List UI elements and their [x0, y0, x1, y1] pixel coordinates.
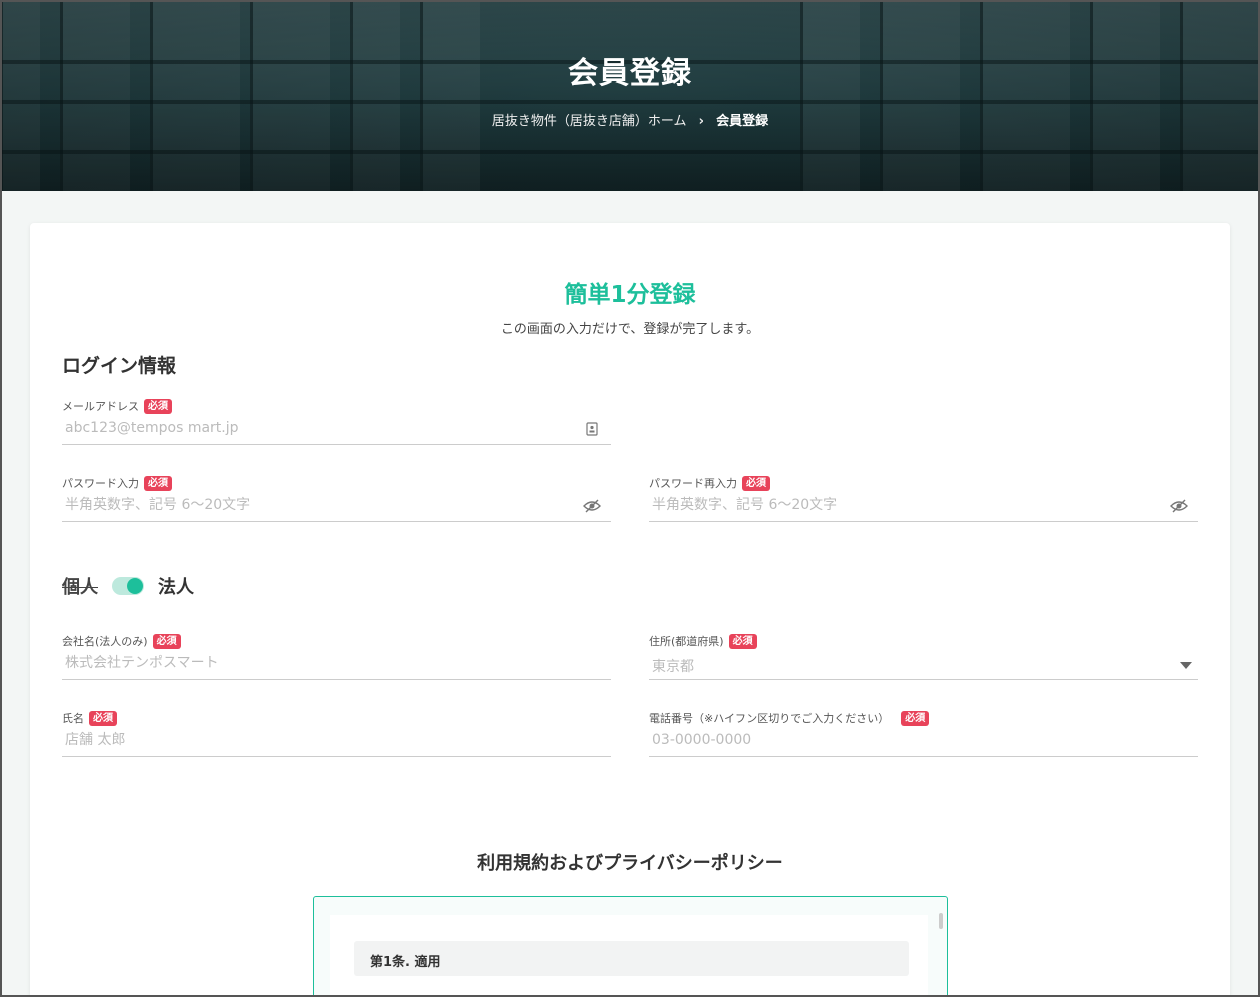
name-field-group: 氏名 必須 店舗 太郎 — [62, 709, 611, 757]
required-badge: 必須 — [144, 398, 172, 414]
password-placeholder: 半角英数字、記号 6〜20文字 — [65, 497, 251, 513]
eye-hidden-icon[interactable] — [583, 499, 601, 513]
name-label: 氏名 — [62, 712, 84, 725]
phone-input[interactable]: 03-0000-0000 — [649, 731, 1198, 757]
breadcrumb-separator-icon: › — [698, 114, 704, 129]
password-confirm-field-group: パスワード再入力 必須 半角英数字、記号 6〜20文字 — [649, 474, 1198, 522]
form-subtitle: この画面の入力だけで、登録が完了します。 — [500, 322, 760, 337]
password-input[interactable]: 半角英数字、記号 6〜20文字 — [62, 496, 611, 522]
breadcrumb: 居抜き物件（居抜き店舗）ホーム › 会員登録 — [0, 110, 1260, 129]
phone-label: 電話番号（※ハイフン区切りでご入力ください） — [649, 712, 890, 725]
password-confirm-placeholder: 半角英数字、記号 6〜20文字 — [652, 497, 838, 513]
form-title: 簡単1分登録 — [564, 282, 696, 308]
email-label: メールアドレス — [62, 400, 139, 413]
email-field-group: メールアドレス 必須 abc123@tempos mart.jp — [62, 397, 611, 445]
prefecture-select[interactable]: 東京都 — [649, 654, 1198, 680]
chevron-down-icon — [1180, 662, 1192, 669]
required-badge: 必須 — [742, 475, 770, 491]
entity-type-toggle-row: 個人 法人 — [62, 573, 194, 599]
required-badge: 必須 — [144, 475, 172, 491]
required-badge: 必須 — [152, 633, 181, 649]
corporate-option[interactable]: 法人 — [158, 573, 194, 599]
terms-scrollbar[interactable] — [939, 913, 943, 929]
password-confirm-input[interactable]: 半角英数字、記号 6〜20文字 — [649, 496, 1198, 522]
name-placeholder: 店舗 太郎 — [65, 732, 126, 748]
terms-content: 第1条. 適用 — [330, 915, 928, 997]
hero-banner: 会員登録 居抜き物件（居抜き店舗）ホーム › 会員登録 — [0, 0, 1260, 191]
terms-article-1: 第1条. 適用 — [354, 941, 909, 976]
company-placeholder: 株式会社テンポスマート — [65, 655, 219, 671]
registration-card: 簡単1分登録 この画面の入力だけで、登録が完了します。 ログイン情報 メールアド… — [30, 223, 1230, 997]
switch-knob — [127, 578, 143, 594]
company-input[interactable]: 株式会社テンポスマート — [62, 654, 611, 680]
terms-scroll-box[interactable]: 第1条. 適用 — [313, 896, 948, 997]
required-badge: 必須 — [728, 633, 757, 649]
entity-type-switch[interactable] — [112, 577, 144, 595]
page-title: 会員登録 — [568, 56, 692, 91]
password-field-group: パスワード入力 必須 半角英数字、記号 6〜20文字 — [62, 474, 611, 522]
prefecture-label: 住所(都道府県) — [649, 635, 724, 648]
password-label: パスワード入力 — [62, 477, 139, 490]
password-confirm-label: パスワード再入力 — [649, 477, 737, 490]
phone-field-group: 電話番号（※ハイフン区切りでご入力ください） 必須 03-0000-0000 — [649, 709, 1198, 757]
name-input[interactable]: 店舗 太郎 — [62, 731, 611, 757]
prefecture-field-group: 住所(都道府県) 必須 東京都 — [649, 632, 1198, 680]
required-badge: 必須 — [901, 710, 930, 726]
prefecture-value: 東京都 — [652, 659, 694, 675]
contact-card-icon — [586, 422, 598, 436]
phone-placeholder: 03-0000-0000 — [652, 732, 752, 748]
company-field-group: 会社名(法人のみ) 必須 株式会社テンポスマート — [62, 632, 611, 680]
company-label: 会社名(法人のみ) — [62, 635, 148, 648]
terms-title: 利用規約およびプライバシーポリシー — [477, 853, 783, 874]
eye-hidden-icon[interactable] — [1170, 499, 1188, 513]
email-input[interactable]: abc123@tempos mart.jp — [62, 419, 611, 445]
email-placeholder: abc123@tempos mart.jp — [65, 420, 239, 436]
required-badge: 必須 — [89, 710, 117, 726]
breadcrumb-home-link[interactable]: 居抜き物件（居抜き店舗）ホーム — [492, 114, 687, 129]
individual-option[interactable]: 個人 — [62, 573, 98, 599]
breadcrumb-current: 会員登録 — [716, 114, 769, 129]
login-section-title: ログイン情報 — [62, 355, 177, 377]
